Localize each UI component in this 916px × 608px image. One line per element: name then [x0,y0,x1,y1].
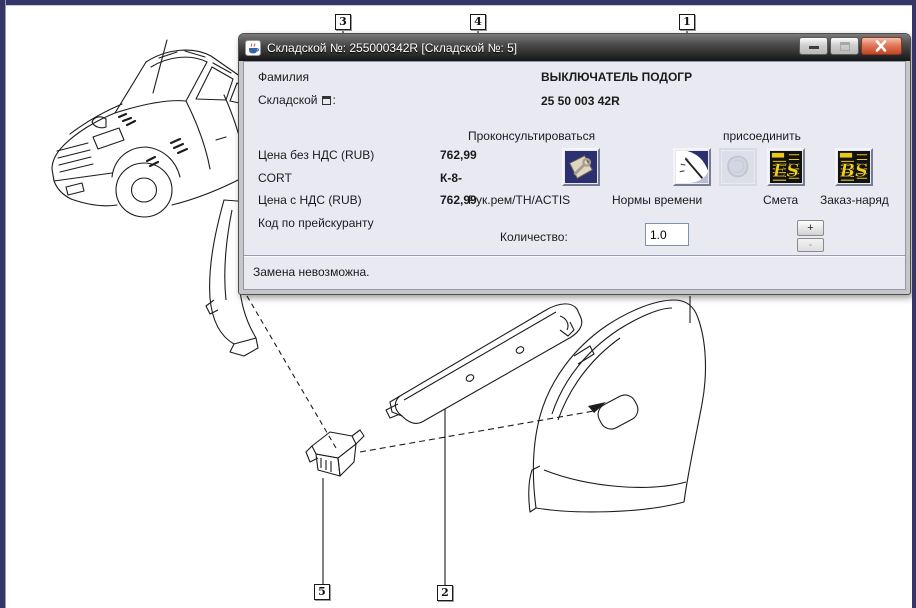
close-button[interactable] [861,37,902,55]
quantity-minus-button[interactable]: - [797,238,824,252]
quantity-input[interactable] [645,223,689,246]
car-drawing [52,40,244,217]
dialog-title: Складской №: 255000342R [Складской №: 5] [267,41,517,55]
price-exvat-label: Цена без НДС (RUB) [258,148,374,162]
estimate-icon: ES [770,151,802,183]
callout-4[interactable]: 4 [470,14,486,30]
callout-2[interactable]: 2 [437,585,453,601]
repair-manual-button[interactable] [562,148,600,186]
parts-catalog-screen: 3 4 1 5 2 Складской №: 255000342R [Склад… [0,0,916,608]
stock-value: 25 50 003 42R [541,94,620,108]
status-separator [244,255,905,257]
attach-title: присоединить [723,129,801,143]
part-detail-dialog: Складской №: 255000342R [Складской №: 5]… [238,33,911,295]
switch-part[interactable] [306,430,364,476]
quantity-plus-button[interactable]: + [797,220,824,236]
gauge-icon [676,151,708,183]
attach-disabled-icon [722,151,754,183]
time-standards-label: Нормы времени [612,193,702,207]
stock-label: Складской: [258,93,336,107]
svg-text:ES: ES [772,160,800,181]
repair-manual-icon [565,151,597,183]
work-order-button[interactable]: BS [835,148,873,186]
estimate-button[interactable]: ES [767,148,805,186]
callout-3[interactable]: 3 [335,14,351,30]
quantity-label: Количество: [500,230,568,244]
attach-disabled-button [719,148,757,186]
dialog-content: Фамилия ВЫКЛЮЧАТЕЛЬ ПОДОГР Складской: 25… [243,61,906,290]
pricelist-code-label: Код по прейскуранту [258,216,374,230]
cort-label: CORT [258,171,292,185]
window-border-right [912,0,916,608]
cort-value: К-8- [440,171,462,185]
window-border-top [0,0,916,6]
price-exvat-value: 762,99 [440,148,477,162]
callout-5[interactable]: 5 [314,584,330,600]
maximize-icon [840,42,850,51]
side-panel-part[interactable] [529,300,706,512]
work-order-icon: BS [838,151,870,183]
family-label: Фамилия [258,70,309,84]
trim-strip-part[interactable] [386,304,582,424]
repair-manual-label: Рук.рем/TH/ACTIS [468,193,570,207]
work-order-label: Заказ-наряд [820,193,889,207]
estimate-label: Смета [763,193,798,207]
time-standards-button[interactable] [673,148,711,186]
close-icon [862,38,901,54]
window-border-left [0,0,6,608]
svg-text:BS: BS [839,160,868,181]
replacement-note: Замена невозможна. [253,265,370,279]
family-value: ВЫКЛЮЧАТЕЛЬ ПОДОГР [541,70,692,84]
maximize-button[interactable] [830,37,859,55]
consult-title: Проконсультироваться [468,129,595,143]
dialog-titlebar[interactable]: Складской №: 255000342R [Складской №: 5] [239,34,910,61]
minimize-icon [809,46,819,49]
java-cup-icon [245,40,261,56]
minimize-button[interactable] [799,37,828,55]
price-incvat-label: Цена с НДС (RUB) [258,193,362,207]
stock-book-icon [322,96,331,105]
callout-1[interactable]: 1 [679,14,695,30]
